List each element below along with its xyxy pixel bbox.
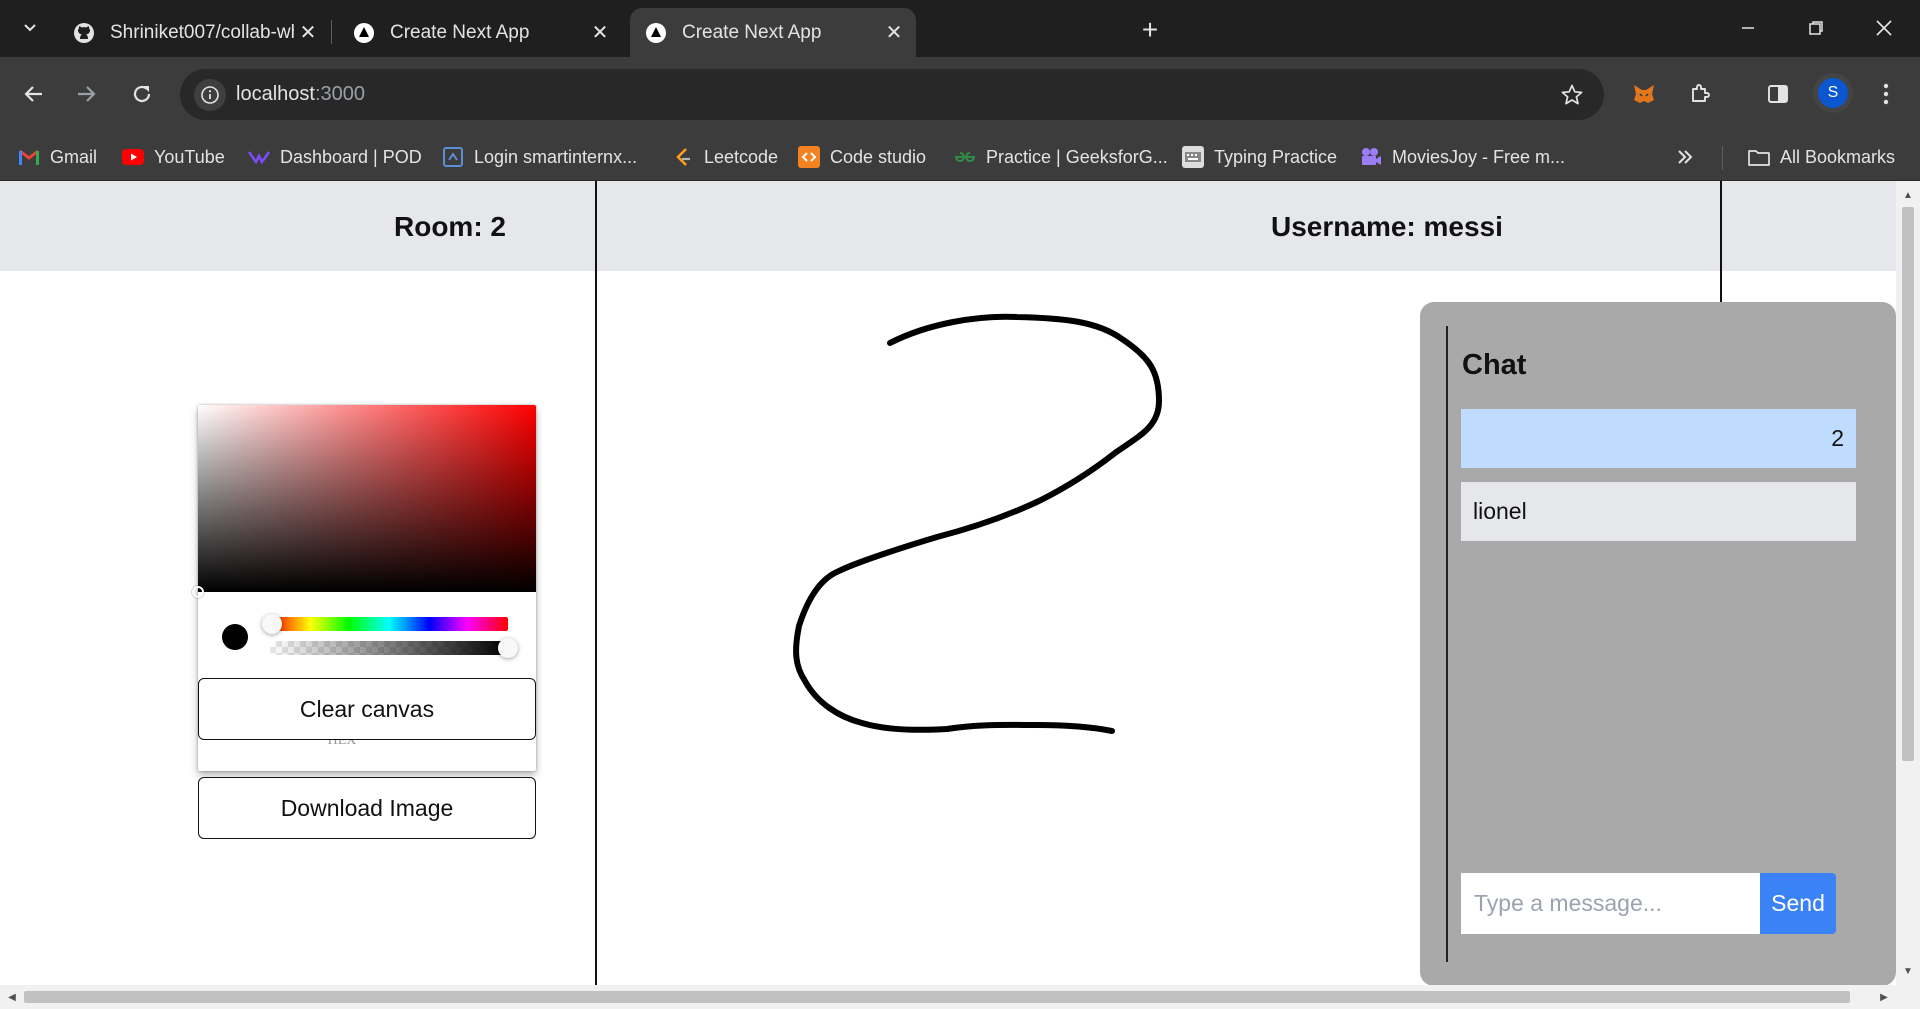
message-text: 2	[1831, 425, 1844, 451]
tab-title: Create Next App	[682, 21, 822, 43]
alpha-slider-handle[interactable]	[498, 638, 518, 658]
tab-divider	[331, 20, 332, 44]
bookmark-label: Practice | GeeksforG...	[986, 146, 1168, 167]
tab-title: Create Next App	[390, 21, 530, 43]
youtube-icon	[122, 146, 144, 168]
horizontal-scrollbar[interactable]: ◀ ▶	[0, 985, 1920, 1009]
gfg-icon	[954, 146, 976, 168]
site-info-icon[interactable]	[194, 79, 226, 111]
scroll-left-arrow-icon[interactable]: ◀	[0, 985, 24, 1009]
nextjs-icon	[352, 21, 376, 45]
folder-icon	[1748, 146, 1770, 168]
all-bookmarks-button[interactable]: All Bookmarks	[1748, 142, 1895, 172]
message-text: lionel	[1473, 498, 1527, 524]
chat-message-own: 2	[1461, 409, 1856, 468]
page-header: Room: 2 Username: messi	[0, 181, 1896, 271]
address-bar[interactable]: localhost:3000	[180, 69, 1604, 120]
bookmark-leetcode[interactable]: Leetcode	[672, 142, 778, 172]
tab-create-next-app-active[interactable]: Create Next App ✕	[630, 8, 916, 57]
more-bookmarks-chevron-icon[interactable]	[1676, 142, 1694, 172]
side-panel-icon[interactable]	[1758, 74, 1798, 114]
profile-avatar[interactable]: S	[1818, 78, 1848, 108]
url-host: localhost	[236, 83, 315, 105]
leetcode-icon	[672, 146, 694, 168]
bookmark-label: Gmail	[50, 146, 98, 167]
smartinternz-icon	[442, 146, 464, 168]
scroll-up-arrow-icon[interactable]: ▲	[1896, 183, 1920, 207]
metamask-extension-icon[interactable]	[1624, 74, 1664, 114]
bookmark-label: YouTube	[154, 146, 225, 167]
typing-icon	[1182, 146, 1204, 168]
bookmark-star-icon[interactable]	[1558, 81, 1586, 109]
chat-message-other: lionel	[1461, 482, 1856, 541]
whiteboard-page: Room: 2 Username: messi HEX Clear canvas…	[0, 181, 1920, 1009]
room-title: Room: 2	[394, 211, 506, 242]
browser-menu-kebab-icon[interactable]	[1866, 74, 1906, 114]
browser-toolbar: localhost:3000 S	[0, 57, 1920, 132]
nextjs-icon	[644, 21, 668, 45]
forward-arrow-icon[interactable]	[66, 74, 106, 114]
moviesjoy-icon	[1360, 146, 1382, 168]
tab-create-next-app-1[interactable]: Create Next App ✕	[338, 8, 622, 57]
back-arrow-icon[interactable]	[14, 74, 54, 114]
drawn-stroke	[793, 313, 1162, 734]
bookmark-typing-practice[interactable]: Typing Practice	[1182, 142, 1337, 172]
restore-icon[interactable]	[1794, 10, 1838, 46]
bookmark-label: All Bookmarks	[1780, 146, 1896, 167]
send-button[interactable]: Send	[1760, 873, 1836, 934]
bookmark-moviesjoy[interactable]: MoviesJoy - Free m...	[1360, 142, 1565, 172]
chat-message-input[interactable]	[1461, 873, 1760, 934]
saturation-area[interactable]	[198, 405, 536, 592]
horizontal-scroll-thumb[interactable]	[24, 991, 1850, 1003]
clear-canvas-button[interactable]: Clear canvas	[198, 678, 536, 740]
bookmark-label: Typing Practice	[1214, 146, 1338, 167]
current-color-swatch	[222, 624, 248, 650]
username-title: Username: messi	[1271, 211, 1503, 242]
bookmark-dashboard-pod[interactable]: Dashboard | POD	[248, 142, 422, 172]
bookmark-geeksforgeeks[interactable]: Practice | GeeksforG...	[954, 142, 1168, 172]
scroll-right-arrow-icon[interactable]: ▶	[1872, 985, 1896, 1009]
chat-title: Chat	[1462, 349, 1527, 381]
tab-github[interactable]: Shriniket007/collab-whiteboard ✕	[58, 8, 330, 57]
bookmarks-divider	[1722, 146, 1723, 170]
codestudio-icon	[798, 146, 820, 168]
close-icon[interactable]: ✕	[880, 19, 908, 47]
bookmark-label: Leetcode	[704, 146, 779, 167]
vertical-scroll-thumb[interactable]	[1902, 207, 1914, 761]
minimize-icon[interactable]	[1726, 10, 1770, 46]
bookmark-youtube[interactable]: YouTube	[122, 142, 225, 172]
tab-search-chevron-icon[interactable]	[14, 12, 46, 44]
bookmark-label: Code studio	[830, 146, 927, 167]
tab-title: Shriniket007/collab-whiteboard	[110, 21, 294, 43]
url-port: :3000	[314, 83, 365, 105]
scroll-down-arrow-icon[interactable]: ▼	[1896, 959, 1920, 983]
bookmark-smartinternz[interactable]: Login smartinternx...	[442, 142, 637, 172]
bookmark-label: MoviesJoy - Free m...	[1392, 146, 1566, 167]
new-tab-plus-icon[interactable]: +	[1134, 14, 1166, 46]
hue-slider-handle[interactable]	[262, 614, 282, 634]
github-icon	[72, 21, 96, 45]
bookmark-label: Login smartinternx...	[474, 146, 638, 167]
download-image-button[interactable]: Download Image	[198, 777, 536, 839]
bookmark-label: Dashboard | POD	[280, 146, 422, 167]
extensions-puzzle-icon[interactable]	[1680, 74, 1720, 114]
alpha-slider[interactable]	[270, 641, 508, 655]
vertical-scrollbar[interactable]: ▲ ▼	[1896, 181, 1920, 985]
chat-divider	[1446, 326, 1448, 962]
tab-strip: Shriniket007/collab-whiteboard ✕ Create …	[0, 0, 1920, 57]
chat-panel: Chat 2 lionel Send	[1420, 302, 1896, 986]
bookmarks-bar: Gmail YouTube Dashboard | POD Login smar…	[0, 132, 1920, 181]
window-close-icon[interactable]	[1862, 10, 1906, 46]
close-icon[interactable]: ✕	[294, 19, 322, 47]
hue-slider[interactable]	[270, 617, 508, 631]
saturation-cursor[interactable]	[192, 586, 204, 598]
bookmark-code-studio[interactable]: Code studio	[798, 142, 926, 172]
reload-icon[interactable]	[122, 74, 162, 114]
close-icon[interactable]: ✕	[586, 19, 614, 47]
pod-icon	[248, 146, 270, 168]
bookmark-gmail[interactable]: Gmail	[18, 142, 97, 172]
url-text[interactable]: localhost:3000	[236, 83, 365, 106]
gmail-icon	[18, 146, 40, 168]
